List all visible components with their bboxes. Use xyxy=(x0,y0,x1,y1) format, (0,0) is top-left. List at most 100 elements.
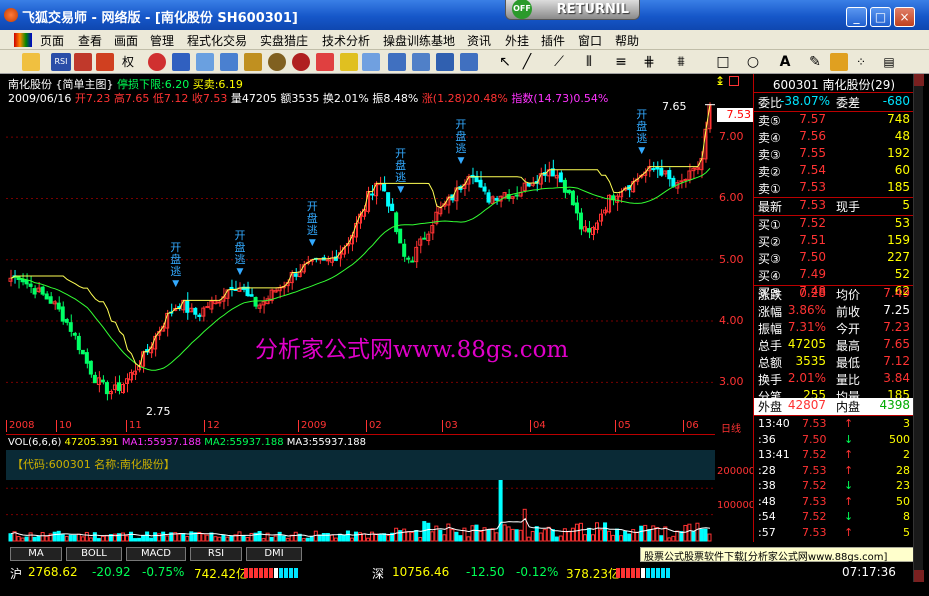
tick-row: 13:41 7.52 ↑ 2 xyxy=(754,448,914,463)
down-arrow-icon: ▼ xyxy=(308,237,316,248)
menu-training-base[interactable]: 操盘训练基地 xyxy=(383,32,455,49)
volume-bar xyxy=(627,533,632,542)
list-icon[interactable] xyxy=(362,53,380,71)
app-icon[interactable] xyxy=(4,8,18,22)
table-icon[interactable] xyxy=(436,53,454,71)
fib-tool-icon[interactable]: ⋕ xyxy=(640,53,658,71)
layout-icon[interactable] xyxy=(460,53,478,71)
tick-volume: 8 xyxy=(903,510,910,523)
menu-addons[interactable]: 外挂 xyxy=(505,32,529,49)
vertical-scrollbar[interactable] xyxy=(913,74,924,582)
stat-value: 3.86% xyxy=(787,303,826,317)
tick-direction-icon: ↑ xyxy=(844,417,854,430)
daily-period-label[interactable]: 日线 xyxy=(719,420,741,435)
arrows-icon[interactable] xyxy=(74,53,92,71)
menu-screen[interactable]: 画面 xyxy=(114,32,138,49)
target-icon[interactable] xyxy=(292,53,310,71)
chart-icon[interactable] xyxy=(196,53,214,71)
volume-bar xyxy=(687,523,692,542)
ask-volume: 748 xyxy=(887,112,910,126)
fan-tool-icon[interactable]: ≡ xyxy=(612,53,630,71)
stat-row: 总额 3535 最低 7.12 xyxy=(754,354,914,371)
volume-bar xyxy=(615,528,620,542)
ray-tool-icon[interactable]: ⟋ xyxy=(550,53,568,71)
folder-icon[interactable] xyxy=(22,53,40,71)
minimize-button[interactable]: _ xyxy=(846,7,867,27)
tab-rsi[interactable]: RSI xyxy=(190,547,242,561)
volume-axis: 200000 100000 xyxy=(715,434,755,542)
date-axis: 2008 10 11 12 2009 02 03 04 05 06 日线 xyxy=(6,420,750,435)
volume-bar xyxy=(317,534,322,542)
line-tool-icon[interactable]: ╱ xyxy=(518,53,536,71)
dots-icon[interactable]: ⁘ xyxy=(852,53,870,71)
coin-icon[interactable] xyxy=(268,53,286,71)
tab-macd[interactable]: MACD xyxy=(126,547,186,561)
tick-row: :54 7.52 ↓ 8 xyxy=(754,510,914,525)
ask-row: 卖④ 7.56 48 xyxy=(754,129,914,146)
square-icon[interactable] xyxy=(729,76,739,86)
candle-body xyxy=(40,286,45,295)
tab-ma[interactable]: MA xyxy=(10,547,62,561)
move-icon[interactable]: ↨ xyxy=(715,74,725,88)
menu-technical-analysis[interactable]: 技术分析 xyxy=(322,32,370,49)
candle-body xyxy=(68,322,73,332)
volume-bar xyxy=(185,535,190,542)
tile-icon[interactable] xyxy=(412,53,430,71)
candlestick-chart[interactable]: 南化股份 {简单主图} 停损下限:6.20 买卖:6.19 2009/06/16… xyxy=(6,74,715,429)
rsi-button[interactable]: RSI xyxy=(51,53,71,71)
stat-label: 总额 xyxy=(758,356,783,370)
ellipse-tool-icon[interactable]: ○ xyxy=(744,53,762,71)
volume-current: 47205.391 xyxy=(64,437,119,448)
close-button[interactable]: × xyxy=(894,7,915,27)
rectangle-tool-icon[interactable]: □ xyxy=(714,53,732,71)
panel-icon[interactable] xyxy=(220,53,238,71)
tab-dmi[interactable]: DMI xyxy=(246,547,302,561)
down-arrow-icon: ▼ xyxy=(236,266,244,277)
volume-bar xyxy=(498,479,503,542)
volume-bar xyxy=(510,528,515,542)
menu-plugins[interactable]: 插件 xyxy=(541,32,565,49)
pencil-icon[interactable] xyxy=(340,53,358,71)
menu-news[interactable]: 资讯 xyxy=(467,32,491,49)
window-icon[interactable] xyxy=(388,53,406,71)
candle-body xyxy=(578,212,583,230)
volume-bar xyxy=(619,535,624,542)
swap-icon[interactable] xyxy=(96,53,114,71)
ad-banner[interactable]: 股票公式股票软件下载[分析家公式网www.88gs.com] xyxy=(640,547,919,563)
menu-help[interactable]: 帮助 xyxy=(615,32,639,49)
scroll-up-icon[interactable] xyxy=(914,74,924,86)
doc-icon[interactable] xyxy=(14,33,32,47)
tab-boll[interactable]: BOLL xyxy=(66,547,122,561)
menu-manage[interactable]: 管理 xyxy=(150,32,174,49)
adjust-rights-button[interactable]: 权 xyxy=(122,53,140,71)
alarm-icon[interactable] xyxy=(316,53,334,71)
cursor-icon[interactable]: ↖ xyxy=(496,53,514,71)
menu-hunt-dealer[interactable]: 实盘猎庄 xyxy=(260,32,308,49)
channel-tool-icon[interactable]: ⩩ xyxy=(672,53,690,71)
menu-window[interactable]: 窗口 xyxy=(578,32,602,49)
scale-icon[interactable] xyxy=(244,53,262,71)
candle-body xyxy=(566,189,571,194)
title-bar[interactable]: 飞狐交易师 - 网络版 - [南化股份 SH600301] OFF RETURN… xyxy=(0,0,929,30)
scroll-down-icon[interactable] xyxy=(914,570,924,582)
returnil-badge[interactable]: OFF RETURNIL xyxy=(505,0,640,20)
volume-bar xyxy=(285,537,290,542)
vertical-lines-icon[interactable]: ⦀ xyxy=(580,53,598,71)
stat-value: 2.01% xyxy=(787,371,826,385)
price-tick: 3.00 xyxy=(719,375,744,389)
draw-pen-icon[interactable]: ✎ xyxy=(806,53,824,71)
stat-label: 量比 xyxy=(836,373,861,387)
volume-bar xyxy=(124,535,130,542)
menu-view[interactable]: 查看 xyxy=(78,32,102,49)
red-dot-icon[interactable] xyxy=(148,53,166,71)
outer-value: 42807 xyxy=(787,398,826,412)
bars-icon[interactable]: ▤ xyxy=(880,53,898,71)
eraser-icon[interactable] xyxy=(830,53,848,71)
ask-price: 7.55 xyxy=(799,146,826,160)
menu-page[interactable]: 页面 xyxy=(40,32,64,49)
maximize-button[interactable]: □ xyxy=(870,7,891,27)
candle-body xyxy=(245,286,250,297)
grid-icon[interactable] xyxy=(172,53,190,71)
text-tool-icon[interactable]: A xyxy=(776,53,794,71)
menu-program-trading[interactable]: 程式化交易 xyxy=(187,32,247,49)
